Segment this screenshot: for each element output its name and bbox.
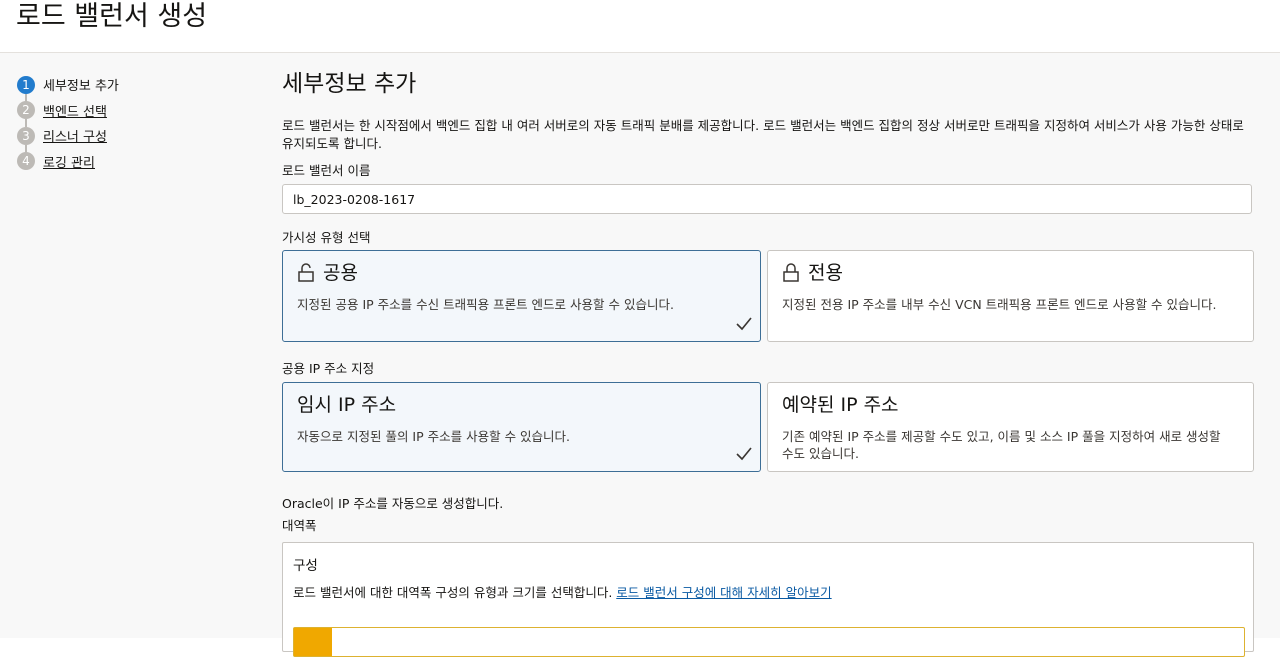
check-icon: [736, 317, 752, 331]
visibility-private-card[interactable]: 전용 지정된 전용 IP 주소를 내부 수신 VCN 트래픽용 프론트 엔드로 …: [767, 250, 1254, 342]
step-connector: [25, 93, 27, 102]
step-number: 2: [17, 101, 35, 120]
page-header: 로드 밸런서 생성: [0, 0, 1280, 53]
step-connector: [25, 144, 27, 153]
ip-reserved-desc: 기존 예약된 IP 주소를 제공할 수도 있고, 이름 및 소스 IP 풀을 지…: [782, 429, 1221, 461]
ip-ephemeral-title: 임시 IP 주소: [297, 394, 397, 416]
check-icon: [736, 447, 752, 461]
load-balancer-name-input[interactable]: [282, 184, 1252, 214]
bandwidth-panel: 구성 로드 밸런서에 대한 대역폭 구성의 유형과 크기를 선택합니다. 로드 …: [282, 542, 1254, 657]
page-title: 로드 밸런서 생성: [16, 1, 208, 32]
bandwidth-title: 구성: [293, 558, 318, 574]
step-label: 리스너 구성: [43, 130, 107, 146]
step-add-details[interactable]: 1 세부정보 추가: [17, 72, 257, 98]
section-description: 로드 밸런서는 한 시작점에서 백엔드 집합 내 여러 서버로의 자동 트래픽 …: [282, 118, 1244, 151]
visibility-public-desc: 지정된 공용 IP 주소를 수신 트래픽용 프론트 엔드로 사용할 수 있습니다…: [297, 297, 674, 312]
ip-label: 공용 IP 주소 지정: [282, 361, 375, 376]
unlock-icon: [297, 263, 315, 283]
visibility-public-card[interactable]: 공용 지정된 공용 IP 주소를 수신 트래픽용 프론트 엔드로 사용할 수 있…: [282, 250, 761, 342]
step-label: 백엔드 선택: [43, 104, 107, 120]
ip-ephemeral-card[interactable]: 임시 IP 주소 자동으로 지정된 풀의 IP 주소를 사용할 수 있습니다.: [282, 382, 761, 472]
section-title: 세부정보 추가: [282, 71, 417, 97]
main-form: 세부정보 추가 로드 밸런서는 한 시작점에서 백엔드 집합 내 여러 서버로의…: [282, 53, 1254, 657]
lock-icon: [782, 263, 800, 283]
step-connector: [25, 119, 27, 127]
step-number: 4: [17, 152, 35, 171]
ip-reserved-title: 예약된 IP 주소: [782, 394, 899, 416]
visibility-private-title: 전용: [808, 262, 843, 284]
ip-reserved-card[interactable]: 예약된 IP 주소 기존 예약된 IP 주소를 제공할 수도 있고, 이름 및 …: [767, 382, 1254, 472]
name-label: 로드 밸런서 이름: [282, 163, 371, 178]
bandwidth-desc: 로드 밸런서에 대한 대역폭 구성의 유형과 크기를 선택합니다. 로드 밸런서…: [293, 582, 832, 601]
warning-banner: [293, 627, 1245, 657]
visibility-public-title: 공용: [323, 262, 358, 284]
bandwidth-desc-text: 로드 밸런서에 대한 대역폭 구성의 유형과 크기를 선택합니다.: [293, 585, 617, 600]
bandwidth-label: 대역폭: [282, 518, 317, 533]
visibility-private-desc: 지정된 전용 IP 주소를 내부 수신 VCN 트래픽용 프론트 엔드로 사용할…: [782, 297, 1217, 312]
step-number: 3: [17, 126, 35, 145]
step-manage-logging[interactable]: 4 로깅 관리: [17, 144, 257, 175]
warning-stripe: [294, 628, 332, 656]
ip-ephemeral-desc: 자동으로 지정된 풀의 IP 주소를 사용할 수 있습니다.: [297, 429, 571, 444]
ip-info-text: Oracle이 IP 주소를 자동으로 생성합니다.: [282, 496, 504, 511]
step-number: 1: [17, 75, 35, 94]
step-label: 세부정보 추가: [43, 79, 119, 95]
step-select-backend[interactable]: 2 백엔드 선택: [17, 93, 257, 124]
step-configure-listener[interactable]: 3 리스너 구성: [17, 119, 257, 149]
learn-more-link[interactable]: 로드 밸런서 구성에 대해 자세히 알아보기: [616, 585, 831, 600]
wizard-steps: 1 세부정보 추가 2 백엔드 선택 3 리스너 구성 4 로깅 관리: [17, 72, 257, 174]
step-label: 로깅 관리: [43, 155, 95, 171]
visibility-label: 가시성 유형 선택: [282, 230, 371, 245]
